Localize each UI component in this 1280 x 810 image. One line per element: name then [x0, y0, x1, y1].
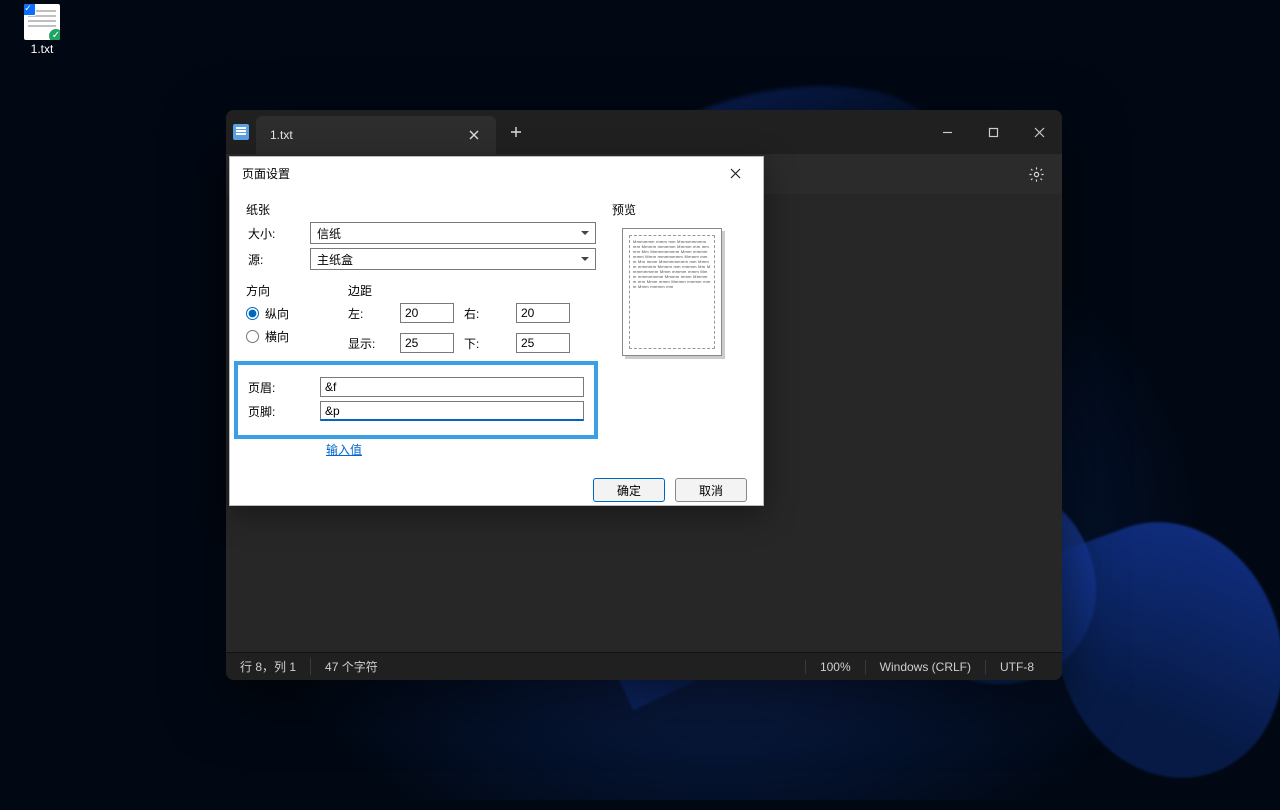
dialog-close-button[interactable]: [717, 160, 753, 186]
input-values-link[interactable]: 输入值: [326, 441, 362, 458]
header-input[interactable]: [320, 377, 584, 397]
radio-portrait[interactable]: [246, 307, 259, 320]
margin-bottom-input[interactable]: [516, 333, 570, 353]
paper-heading: 纸张: [246, 201, 596, 218]
tab-close-button[interactable]: [460, 121, 488, 149]
landscape-label: 横向: [265, 328, 289, 345]
close-icon: [469, 130, 479, 140]
new-tab-button[interactable]: [496, 110, 536, 154]
preview-page: Mmmmmm mmm mm Mmmmmmmm mm Mmmm mmmmm Mmm…: [622, 228, 722, 356]
paper-source-value: 主纸盒: [317, 251, 353, 268]
margins-heading: 边距: [348, 282, 596, 299]
statusbar: 行 8，列 1 47 个字符 100% Windows (CRLF) UTF-8: [226, 652, 1062, 680]
footer-label: 页脚:: [248, 403, 310, 420]
header-footer-highlight: 页眉: 页脚:: [234, 361, 598, 439]
dialog-titlebar[interactable]: 页面设置: [230, 157, 763, 189]
dialog-title: 页面设置: [242, 165, 290, 182]
settings-button[interactable]: [1022, 160, 1050, 188]
radio-landscape[interactable]: [246, 330, 259, 343]
window-close-button[interactable]: [1016, 110, 1062, 154]
portrait-label: 纵向: [265, 305, 289, 322]
desktop-file-icon[interactable]: ✓ ✓ 1.txt: [14, 4, 70, 56]
sync-badge-icon: ✓: [24, 4, 36, 16]
status-char-count: 47 个字符: [310, 658, 392, 675]
gear-icon: [1028, 166, 1045, 183]
status-zoom[interactable]: 100%: [805, 660, 865, 674]
paper-size-value: 信纸: [317, 225, 341, 242]
window-controls: [924, 110, 1062, 154]
page-setup-dialog: 页面设置 纸张 大小: 信纸 源: 主纸盒 方向 纵向: [229, 156, 764, 506]
paper-size-label: 大小:: [246, 225, 310, 242]
tab-title: 1.txt: [270, 128, 293, 142]
status-encoding[interactable]: UTF-8: [985, 660, 1048, 674]
desktop-file-label: 1.txt: [14, 42, 70, 56]
status-badge-icon: ✓: [48, 28, 60, 40]
orientation-landscape[interactable]: 横向: [246, 328, 336, 345]
paper-source-select[interactable]: 主纸盒: [310, 248, 596, 270]
header-label: 页眉:: [248, 379, 310, 396]
notepad-app-icon: [226, 110, 256, 154]
minimize-icon: [942, 127, 953, 138]
maximize-button[interactable]: [970, 110, 1016, 154]
minimize-button[interactable]: [924, 110, 970, 154]
status-line-ending[interactable]: Windows (CRLF): [865, 660, 985, 674]
margin-top-input[interactable]: [400, 333, 454, 353]
margin-left-input[interactable]: [400, 303, 454, 323]
titlebar[interactable]: 1.txt: [226, 110, 1062, 154]
preview-heading: 预览: [612, 201, 747, 218]
plus-icon: [510, 126, 522, 138]
margin-right-label: 右:: [464, 305, 506, 322]
maximize-icon: [988, 127, 999, 138]
preview-lines: Mmmmmm mmm mm Mmmmmmmm mm Mmmm mmmmm Mmm…: [633, 239, 711, 289]
footer-input[interactable]: [320, 401, 584, 421]
margin-bottom-label: 下:: [464, 335, 506, 352]
tab-active[interactable]: 1.txt: [256, 116, 496, 154]
status-position: 行 8，列 1: [240, 658, 310, 675]
margin-left-label: 左:: [348, 305, 390, 322]
margin-top-label: 显示:: [348, 335, 390, 352]
orientation-portrait[interactable]: 纵向: [246, 305, 336, 322]
file-thumbnail: ✓ ✓: [24, 4, 60, 40]
paper-source-label: 源:: [246, 251, 310, 268]
ok-button[interactable]: 确定: [593, 478, 665, 502]
close-icon: [730, 168, 741, 179]
margin-right-input[interactable]: [516, 303, 570, 323]
close-icon: [1034, 127, 1045, 138]
cancel-button[interactable]: 取消: [675, 478, 747, 502]
orientation-heading: 方向: [246, 282, 336, 299]
paper-size-select[interactable]: 信纸: [310, 222, 596, 244]
